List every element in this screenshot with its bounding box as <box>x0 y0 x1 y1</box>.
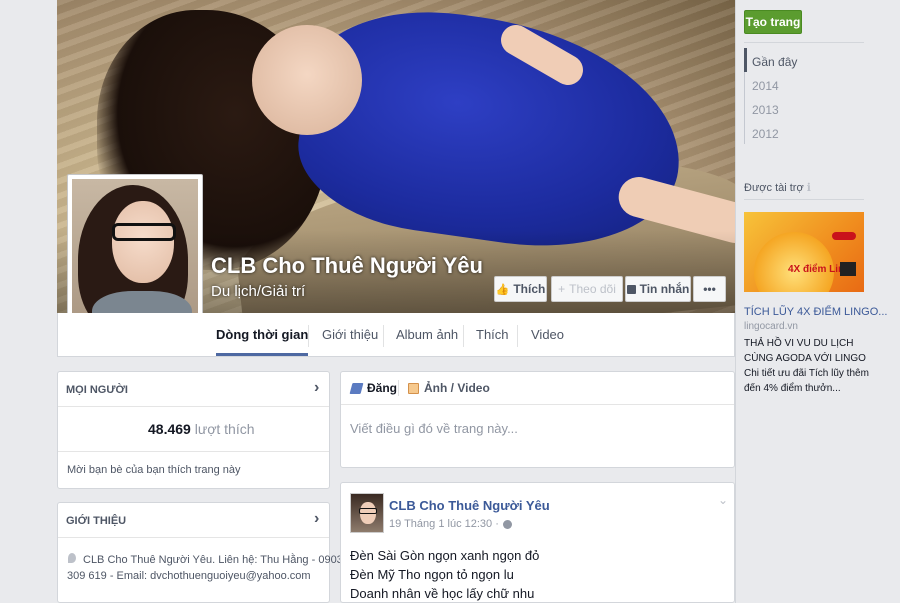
info-icon <box>68 553 76 563</box>
tab-about[interactable]: Giới thiệu <box>322 313 378 356</box>
likes-summary: 48.469 lượt thích <box>148 421 255 437</box>
chevron-right-icon[interactable]: › <box>314 510 319 528</box>
create-page-button[interactable]: Tạo trang <box>744 10 802 34</box>
post-author-name[interactable]: CLB Cho Thuê Người Yêu <box>389 498 550 513</box>
like-button[interactable]: 👍 Thích <box>494 276 547 302</box>
post-author-avatar[interactable] <box>350 493 384 533</box>
globe-icon <box>502 519 512 529</box>
people-title[interactable]: MỌI NGƯỜI <box>66 384 128 396</box>
composer-tab-post[interactable]: Đăng <box>349 381 397 395</box>
ellipsis-icon: ••• <box>703 282 716 296</box>
sponsored-header: Được tài trợ ℹ <box>744 182 811 194</box>
ad-image[interactable]: 4X điểm Lingo <box>744 212 864 292</box>
page-tabs: Dòng thời gian Giới thiệu Album ảnh Thíc… <box>57 313 735 357</box>
about-text: CLB Cho Thuê Người Yêu. Liên hệ: Thu Hằn… <box>83 554 343 566</box>
about-contact: 309 619 - Email: dvchothuenguoiyeu@yahoo… <box>67 570 311 582</box>
invite-friends-link[interactable]: Mời bạn bè của bạn thích trang này <box>67 464 241 476</box>
timeline-year-recent[interactable]: Gần đây <box>752 55 797 69</box>
thumbs-up-icon: 👍 <box>495 283 510 296</box>
composer-tab-photo[interactable]: Ảnh / Video <box>408 381 490 395</box>
about-card: GIỚI THIỆU › CLB Cho Thuê Người Yêu. Liê… <box>57 502 343 603</box>
page-name[interactable]: CLB Cho Thuê Người Yêu <box>211 253 483 279</box>
timeline-year-2013[interactable]: 2013 <box>752 103 779 117</box>
ad-title[interactable]: TÍCH LŨY 4X ĐIỂM LINGO... <box>744 306 887 318</box>
plus-icon: + <box>558 282 566 296</box>
likes-count: 48.469 <box>148 421 191 437</box>
photo-icon <box>408 382 419 394</box>
people-card: MỌI NGƯỜI › 48.469 lượt thích Mời bạn bè… <box>57 371 330 489</box>
message-button[interactable]: Tin nhắn <box>625 276 691 302</box>
timeline-year-2014[interactable]: 2014 <box>752 79 779 93</box>
composer-card: Đăng Ảnh / Video Viết điều gì đó về tran… <box>340 371 735 468</box>
follow-button[interactable]: + Theo dõi <box>551 276 623 302</box>
airplane-icon <box>832 232 856 240</box>
ad-domain[interactable]: lingocard.vn <box>744 321 798 332</box>
lingo-logo <box>840 262 856 276</box>
post-card: CLB Cho Thuê Người Yêu 19 Tháng 1 lúc 12… <box>340 482 735 603</box>
ad-body: THẢ HỒ VI VU DU LỊCH CÙNG AGODA VỚI LING… <box>744 338 869 394</box>
tab-likes[interactable]: Thích <box>476 313 509 356</box>
tab-timeline[interactable]: Dòng thời gian <box>216 313 309 356</box>
more-options-button[interactable]: ••• <box>693 276 726 302</box>
speech-bubble-icon <box>626 284 636 294</box>
post-timestamp[interactable]: 19 Tháng 1 lúc 12:30 · <box>389 518 499 530</box>
timeline-year-2012[interactable]: 2012 <box>752 127 779 141</box>
tab-videos[interactable]: Video <box>531 313 564 356</box>
chevron-right-icon[interactable]: › <box>314 379 319 397</box>
tab-photos[interactable]: Album ảnh <box>396 313 458 356</box>
about-title[interactable]: GIỚI THIỆU <box>66 515 126 527</box>
page-category[interactable]: Du lịch/Giải trí <box>211 283 305 300</box>
chevron-down-icon[interactable]: ⌄ <box>718 493 728 507</box>
sponsored-info-icon[interactable]: ℹ <box>807 182 811 194</box>
pencil-icon <box>349 382 364 394</box>
post-text: Đèn Sài Gòn ngọn xanh ngọn đỏ Đèn Mỹ Tho… <box>350 548 540 601</box>
likes-label: lượt thích <box>194 421 255 437</box>
composer-input[interactable]: Viết điều gì đó về trang này... <box>350 421 518 436</box>
